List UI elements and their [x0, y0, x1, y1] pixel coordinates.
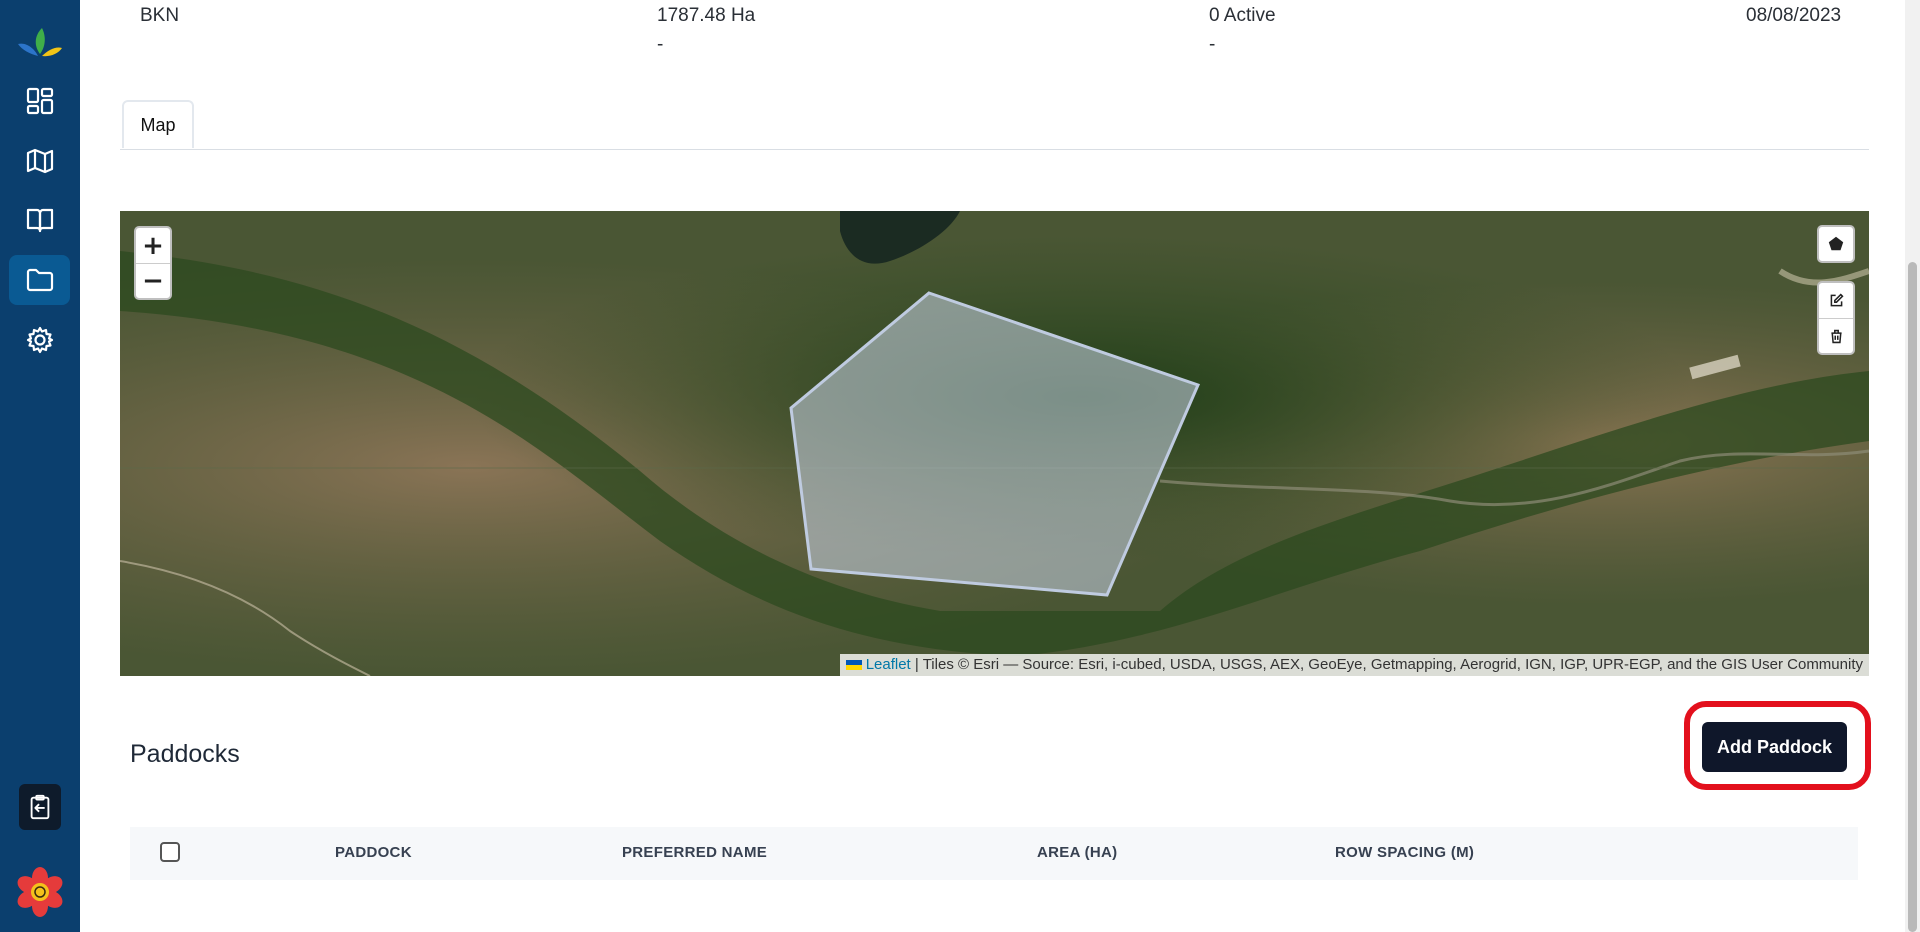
farm-status: 0 Active	[1209, 5, 1276, 26]
farm-status-sub: -	[1209, 34, 1216, 55]
tab-map[interactable]: Map	[122, 100, 194, 148]
sidebar	[0, 0, 80, 932]
map-icon	[26, 148, 53, 174]
folder-icon	[26, 268, 53, 292]
clipboard-logout-icon	[18, 784, 61, 830]
zoom-out-button[interactable]: −	[136, 263, 170, 298]
farm-date: 08/08/2023	[1746, 5, 1842, 26]
gear-icon	[26, 326, 53, 354]
sidebar-item-book[interactable]	[9, 195, 70, 245]
page-scrollbar-thumb[interactable]	[1908, 262, 1917, 932]
farm-code: BKN	[140, 5, 180, 26]
select-all-checkbox[interactable]	[160, 842, 180, 862]
map-attribution: Leaflet | Tiles © Esri — Source: Esri, i…	[839, 654, 1869, 676]
farm-area-sub: -	[657, 34, 664, 55]
delete-layers-button[interactable]	[1819, 318, 1853, 353]
sidebar-item-logout[interactable]	[9, 782, 70, 832]
column-row-spacing[interactable]: ROW SPACING (M)	[1335, 844, 1474, 861]
column-area[interactable]: AREA (HA)	[1037, 844, 1117, 861]
zoom-in-button[interactable]: +	[136, 228, 170, 263]
flower-logo-icon[interactable]	[14, 866, 66, 918]
tabs-divider	[120, 149, 1869, 150]
sidebar-item-settings[interactable]	[9, 315, 70, 365]
draw-polygon-button[interactable]	[1817, 225, 1855, 263]
edit-icon	[1830, 293, 1844, 307]
paddocks-table-header: PADDOCK PREFERRED NAME AREA (HA) ROW SPA…	[130, 827, 1858, 880]
sidebar-item-folder[interactable]	[9, 255, 70, 305]
map-view[interactable]: + − Leaflet | Tiles © Esri — Source: Esr…	[120, 211, 1869, 676]
column-paddock[interactable]: PADDOCK	[335, 844, 412, 861]
sidebar-item-map[interactable]	[9, 136, 70, 186]
book-icon	[26, 208, 53, 233]
edit-layers-button[interactable]	[1819, 283, 1853, 318]
attribution-text: | Tiles © Esri — Source: Esri, i-cubed, …	[914, 656, 1863, 673]
add-paddock-button[interactable]: Add Paddock	[1702, 722, 1847, 772]
pentagon-icon	[1828, 236, 1844, 251]
sidebar-item-dashboard[interactable]	[9, 76, 70, 126]
dashboard-icon	[26, 87, 53, 115]
leaf-logo-icon[interactable]	[16, 24, 64, 60]
paddocks-title: Paddocks	[130, 740, 240, 768]
edit-controls	[1817, 281, 1855, 355]
farm-area: 1787.48 Ha	[657, 5, 756, 26]
ukraine-flag-icon	[845, 660, 862, 671]
satellite-imagery	[120, 211, 1869, 676]
trash-icon	[1830, 329, 1842, 343]
leaflet-link[interactable]: Leaflet	[866, 656, 911, 673]
zoom-control: + −	[134, 226, 172, 300]
column-preferred-name[interactable]: PREFERRED NAME	[622, 844, 767, 861]
